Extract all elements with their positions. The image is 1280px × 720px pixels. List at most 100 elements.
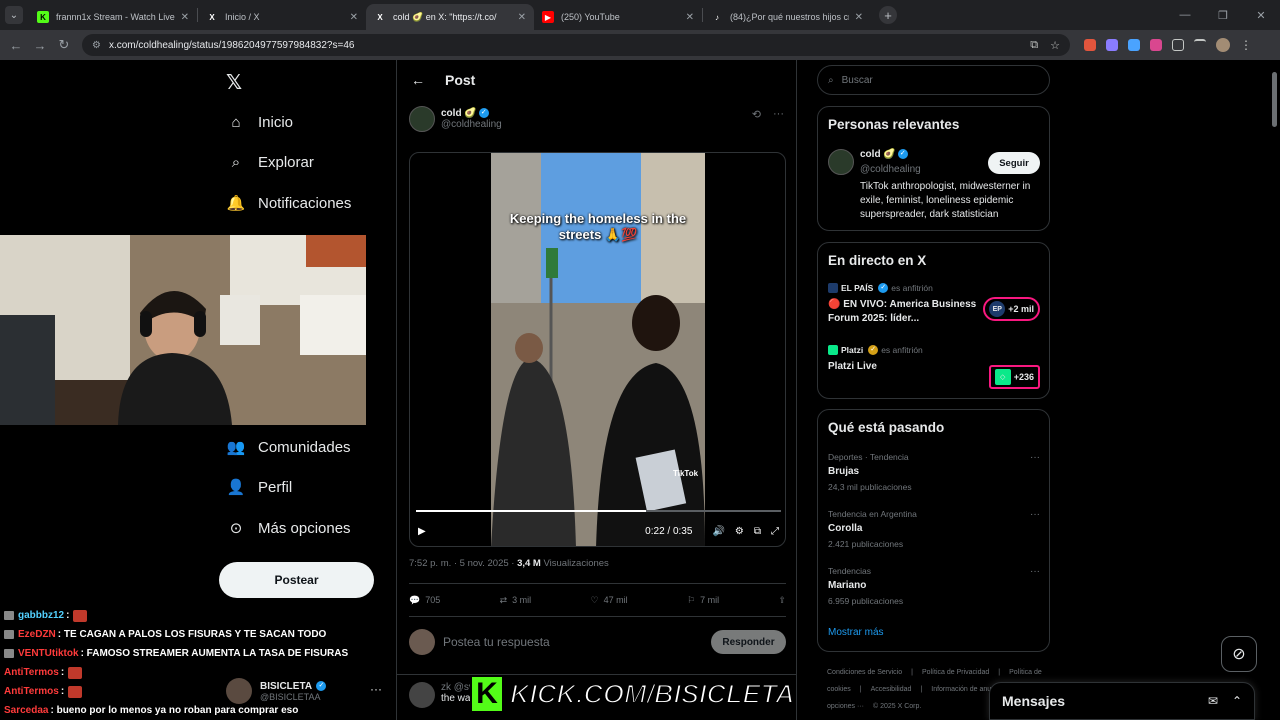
expand-icon[interactable]: ⌃ bbox=[1232, 694, 1242, 708]
extension-icon[interactable] bbox=[1128, 39, 1140, 51]
address-bar[interactable]: ⚙ x.com/coldhealing/status/1986204977597… bbox=[82, 34, 1070, 56]
pip-icon[interactable]: ⧉ bbox=[754, 526, 761, 537]
chat-message: gabbbz12 : bbox=[0, 606, 390, 625]
video-frame[interactable]: Keeping the homeless in the streets 🙏💯 T… bbox=[491, 153, 705, 546]
site-info-icon[interactable]: ⚙ bbox=[92, 40, 101, 51]
media-icon[interactable] bbox=[1194, 39, 1206, 51]
nav-item-comunidades[interactable]: 👥 Comunidades bbox=[226, 437, 351, 457]
show-more-link[interactable]: Mostrar más bbox=[828, 627, 884, 638]
more-dots-icon[interactable]: ··· bbox=[1030, 452, 1040, 463]
listener-count-pill[interactable]: EP +2 mil bbox=[983, 297, 1040, 321]
restore-icon[interactable]: ❐ bbox=[1204, 9, 1242, 22]
chat-username[interactable]: Sarcedaa bbox=[4, 705, 48, 716]
avatar[interactable] bbox=[828, 149, 854, 175]
extension-icon[interactable] bbox=[1084, 39, 1096, 51]
grok-icon[interactable]: ⟲ bbox=[752, 108, 761, 121]
reply-item[interactable]: zk @sv the wa bbox=[409, 682, 474, 708]
back-icon[interactable]: ← bbox=[4, 38, 28, 53]
settings-gear-icon[interactable]: ⚙ bbox=[735, 526, 744, 537]
nav-item-notificaciones[interactable]: 🔔 Notificaciones bbox=[226, 193, 352, 213]
avatar[interactable] bbox=[409, 682, 435, 708]
follow-button[interactable]: Seguir bbox=[988, 152, 1040, 174]
close-tab-icon[interactable]: ✕ bbox=[855, 12, 863, 23]
post-timestamp[interactable]: 7:52 p. m. · 5 nov. 2025 · bbox=[409, 558, 517, 569]
nav-item-inicio[interactable]: ⌂ Inicio bbox=[226, 112, 293, 132]
volume-icon[interactable]: 🔊 bbox=[712, 526, 724, 537]
bookmark-star-icon[interactable]: ☆ bbox=[1050, 39, 1060, 52]
reply-submit-button[interactable]: Responder bbox=[711, 630, 786, 654]
share-button[interactable]: ⇪ bbox=[778, 595, 786, 606]
more-dots-icon[interactable]: ··· bbox=[1030, 566, 1040, 577]
messages-drawer[interactable]: Mensajes ✉ ⌃ bbox=[989, 682, 1255, 720]
extension-icon[interactable] bbox=[1150, 39, 1162, 51]
footer-link[interactable]: © 2025 X Corp. bbox=[873, 703, 921, 710]
chat-username[interactable]: AntiTermos bbox=[4, 667, 59, 678]
browser-tab[interactable]: Xcold 🥑 en X: "https://t.co/ ✕ bbox=[366, 4, 534, 30]
post-author[interactable]: cold 🥑 ✓ @coldhealing bbox=[409, 106, 502, 132]
video-time: 0:22 / 0:35 bbox=[645, 525, 693, 537]
more-dots-icon[interactable]: ··· bbox=[773, 108, 784, 121]
account-switcher[interactable]: BISICLETA ✓ @BISICLETAA ··· bbox=[226, 673, 386, 709]
trend-item[interactable]: Tendencias Mariano 6.959 publicaciones ··· bbox=[828, 566, 1040, 606]
grok-button[interactable]: ⊘ bbox=[1221, 636, 1257, 672]
more-dots-icon[interactable]: ··· bbox=[370, 682, 382, 696]
tab-search-button[interactable]: ⌄ bbox=[5, 6, 23, 24]
extension-icon[interactable] bbox=[1106, 39, 1118, 51]
close-window-icon[interactable]: ✕ bbox=[1242, 9, 1280, 22]
close-tab-icon[interactable]: ✕ bbox=[686, 12, 694, 23]
new-tab-button[interactable]: + bbox=[879, 6, 897, 24]
search-input[interactable]: ⌕ Buscar bbox=[817, 65, 1050, 95]
new-message-icon[interactable]: ✉ bbox=[1208, 694, 1218, 708]
fullscreen-icon[interactable]: ⤢ bbox=[771, 526, 779, 537]
chat-username[interactable]: AntiTermos bbox=[4, 686, 59, 697]
footer-link[interactable]: Política de Privacidad bbox=[922, 669, 989, 676]
chat-username[interactable]: VENTUtiktok bbox=[18, 648, 79, 659]
reply-input[interactable]: Postea tu respuesta bbox=[443, 635, 550, 649]
footer-link[interactable]: Accesibilidad bbox=[871, 686, 912, 693]
x-logo[interactable]: 𝕏 bbox=[226, 70, 242, 95]
author-handle[interactable]: @coldhealing bbox=[441, 119, 502, 130]
footer-link[interactable]: Condiciones de Servicio bbox=[827, 669, 902, 676]
post-button[interactable]: Postear bbox=[219, 562, 374, 598]
person-name[interactable]: cold 🥑 bbox=[860, 149, 896, 160]
puzzle-icon[interactable] bbox=[1172, 39, 1184, 51]
live-item[interactable]: EL PAÍS ✓ es anfitrión 🔴 EN VIVO: America B… bbox=[828, 283, 1040, 326]
reload-icon[interactable]: ↻ bbox=[52, 37, 76, 53]
author-avatar[interactable] bbox=[409, 106, 435, 132]
nav-item-más-opciones[interactable]: ⊙ Más opciones bbox=[226, 518, 351, 538]
trend-name: Brujas bbox=[828, 466, 860, 477]
back-arrow-icon[interactable]: ← bbox=[411, 72, 425, 88]
browser-tab[interactable]: ▶ (250) YouTube ✕ bbox=[534, 4, 702, 30]
browser-tab[interactable]: ♪ (84)¿Por qué nuestros hijos cre ✕ bbox=[703, 4, 871, 30]
listener-count-pill[interactable]: ◇ +236 bbox=[988, 365, 1040, 389]
minimize-icon[interactable]: — bbox=[1166, 9, 1204, 21]
nav-item-explorar[interactable]: ⌕ Explorar bbox=[226, 152, 314, 172]
forward-icon[interactable]: → bbox=[28, 38, 52, 53]
comment-author[interactable]: zk bbox=[441, 682, 451, 693]
profile-avatar[interactable] bbox=[1216, 38, 1230, 52]
chat-username[interactable]: EzeDZN bbox=[18, 629, 56, 640]
like-button[interactable]: ♡ 47 mil bbox=[591, 595, 628, 606]
close-tab-icon[interactable]: ✕ bbox=[181, 12, 189, 23]
video-progress-bar[interactable] bbox=[416, 510, 781, 512]
author-name[interactable]: cold 🥑 bbox=[441, 108, 477, 119]
video-player[interactable]: Keeping the homeless in the streets 🙏💯 T… bbox=[409, 152, 786, 547]
play-icon[interactable]: ▶ bbox=[418, 526, 426, 537]
trend-item[interactable]: Tendencia en Argentina Corolla 2.421 publi… bbox=[828, 509, 1040, 549]
browser-tab[interactable]: X Inicio / X ✕ bbox=[198, 4, 366, 30]
person-handle[interactable]: @coldhealing bbox=[860, 164, 921, 175]
nav-item-perfil[interactable]: 👤 Perfil bbox=[226, 477, 293, 497]
trend-item[interactable]: Deportes · Tendencia Brujas 24,3 mil publi… bbox=[828, 452, 1040, 492]
live-item[interactable]: Platzi ✓ es anfitrión Platzi Live ◇ +236 bbox=[828, 345, 1040, 389]
menu-dots-icon[interactable]: ⋮ bbox=[1240, 38, 1252, 52]
repost-button[interactable]: ⇄ 3 mil bbox=[500, 595, 532, 606]
reply-button[interactable]: 💬 705 bbox=[409, 595, 440, 606]
install-app-icon[interactable]: ⧉ bbox=[1030, 39, 1038, 52]
scrollbar[interactable] bbox=[1271, 62, 1278, 720]
close-tab-icon[interactable]: ✕ bbox=[350, 12, 358, 23]
close-tab-icon[interactable]: ✕ bbox=[518, 12, 526, 23]
more-dots-icon[interactable]: ··· bbox=[1030, 509, 1040, 520]
browser-tab[interactable]: Kfrannn1x Stream - Watch Live o ✕ bbox=[29, 4, 197, 30]
bookmark-button[interactable]: ⚐ 7 mil bbox=[687, 595, 719, 606]
chat-username[interactable]: gabbbz12 bbox=[18, 610, 64, 621]
